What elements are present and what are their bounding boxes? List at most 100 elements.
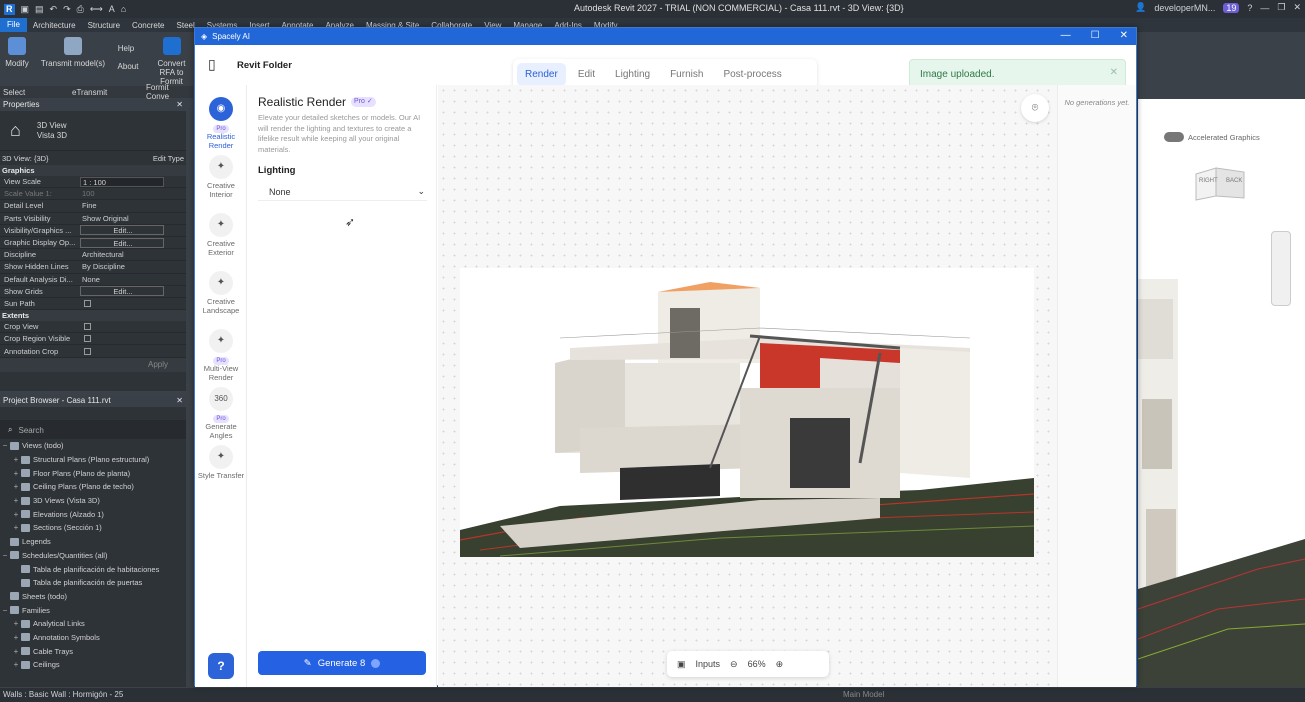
zoom-out-icon[interactable]: ⊖: [730, 659, 738, 670]
tool-style[interactable]: ✦ Style Transfer: [195, 445, 247, 481]
measure-icon[interactable]: ⟷: [90, 4, 103, 15]
tab-edit[interactable]: Edit: [570, 63, 603, 86]
expand-icon[interactable]: −: [0, 551, 10, 560]
ribbon-tab[interactable]: Structure: [82, 21, 126, 30]
browser-item[interactable]: + Annotation Symbols: [0, 631, 186, 645]
restore-icon[interactable]: ❐: [1277, 2, 1285, 13]
save-icon[interactable]: ▤: [35, 4, 44, 15]
browser-item[interactable]: − Families: [0, 603, 186, 617]
about-button[interactable]: About: [112, 62, 144, 71]
view-selector[interactable]: 3D View: {3D}: [2, 154, 49, 163]
viewcube-right[interactable]: RIGHT: [1199, 178, 1218, 184]
expand-icon[interactable]: +: [11, 469, 21, 478]
browser-item[interactable]: + Floor Plans (Plano de planta): [0, 466, 186, 480]
inputs-button[interactable]: Inputs: [696, 659, 721, 669]
tool-interior[interactable]: ✦ Creative Interior: [195, 155, 247, 199]
tab-postprocess[interactable]: Post-process: [715, 63, 789, 86]
extent-checkbox[interactable]: [84, 347, 91, 355]
home-icon[interactable]: ⌂: [121, 4, 126, 15]
browser-item[interactable]: − Schedules/Quantities (all): [0, 549, 186, 563]
expand-icon[interactable]: −: [0, 441, 10, 450]
browser-item[interactable]: + Cable Trays: [0, 644, 186, 658]
print-icon[interactable]: ⎙: [77, 4, 84, 15]
expand-icon[interactable]: +: [11, 496, 21, 505]
model-selector[interactable]: Main Model: [843, 690, 884, 699]
browser-item[interactable]: + Sections (Sección 1): [0, 521, 186, 535]
tab-lighting[interactable]: Lighting: [607, 63, 658, 86]
expand-icon[interactable]: +: [11, 482, 21, 491]
zoom-in-icon[interactable]: ⊕: [776, 659, 784, 670]
browser-item[interactable]: Tabla de planificación de habitaciones: [0, 562, 186, 576]
tool-render[interactable]: ◉ Pro Realistic Render: [195, 97, 247, 150]
browser-item[interactable]: Sheets (todo): [0, 590, 186, 604]
expand-icon[interactable]: +: [11, 633, 21, 642]
help-icon[interactable]: ?: [1247, 3, 1252, 13]
tab-furnish[interactable]: Furnish: [662, 63, 711, 86]
undo-icon[interactable]: ↶: [50, 4, 58, 15]
folder-name[interactable]: Revit Folder: [237, 60, 292, 71]
edit-type-button[interactable]: Edit Type: [153, 154, 184, 163]
expand-icon[interactable]: +: [11, 523, 21, 532]
tool-landscape[interactable]: ✦ Creative Landscape: [195, 271, 247, 315]
convert-button[interactable]: Convert RFA to Formit: [150, 37, 193, 86]
browser-item[interactable]: + Structural Plans (Plano estructural): [0, 453, 186, 467]
notification-badge[interactable]: 19: [1223, 2, 1240, 13]
minimize-icon[interactable]: —: [1260, 3, 1269, 13]
help-button[interactable]: Help: [112, 44, 140, 53]
transmit-button[interactable]: Transmit model(s): [38, 37, 108, 68]
modify-button[interactable]: Modify: [2, 37, 32, 68]
apply-button[interactable]: Apply: [148, 360, 168, 369]
browser-item[interactable]: + Ceiling Plans (Plano de techo): [0, 480, 186, 494]
browser-toolbar[interactable]: [0, 407, 186, 421]
quick-access-toolbar[interactable]: R ▣ ▤ ↶ ↷ ⎙ ⟷ A ⌂: [0, 3, 126, 15]
close-toast-icon[interactable]: ✕: [1110, 67, 1118, 78]
folder-icon[interactable]: ▯: [208, 56, 216, 73]
extents-section[interactable]: Extents: [0, 310, 186, 322]
browser-item[interactable]: + Ceilings: [0, 658, 186, 672]
browser-item[interactable]: Legends: [0, 535, 186, 549]
tool-angles[interactable]: 360 Pro Generate Angles: [195, 387, 247, 440]
ribbon-tab[interactable]: File: [0, 18, 27, 32]
viewcube-back[interactable]: BACK: [1226, 178, 1242, 184]
browser-item[interactable]: − Views (todo): [0, 439, 186, 453]
close-icon[interactable]: ✕: [1120, 30, 1128, 41]
close-icon[interactable]: ✕: [176, 396, 183, 406]
user-name[interactable]: developerMN...: [1154, 3, 1215, 13]
browser-search[interactable]: ⌕ Search: [0, 421, 186, 439]
property-checkbox[interactable]: [84, 299, 91, 307]
expand-icon[interactable]: −: [0, 606, 10, 615]
open-icon[interactable]: ▣: [21, 4, 30, 15]
tool-multiview[interactable]: ✦ Pro Multi-View Render: [195, 329, 247, 382]
select-dropdown[interactable]: Select: [3, 88, 25, 97]
property-value[interactable]: Edit...: [80, 225, 164, 236]
minimize-icon[interactable]: —: [1061, 30, 1071, 41]
view-cube[interactable]: RIGHT BACK: [1186, 162, 1250, 204]
browser-item[interactable]: +3D Views (Vista 3D): [0, 494, 186, 508]
maximize-icon[interactable]: ☐: [1091, 30, 1100, 41]
property-value[interactable]: 1 : 100: [80, 176, 164, 187]
lighting-select[interactable]: None ⌄: [258, 183, 427, 201]
text-icon[interactable]: A: [109, 4, 115, 15]
redo-icon[interactable]: ↷: [63, 4, 71, 15]
user-icon[interactable]: 👤: [1135, 2, 1146, 13]
close-icon[interactable]: ✕: [1293, 2, 1301, 13]
revit-3d-viewport[interactable]: Accelerated Graphics RIGHT BACK: [1138, 99, 1305, 687]
tool-exterior[interactable]: ✦ Creative Exterior: [195, 213, 247, 257]
graphics-section[interactable]: Graphics: [0, 165, 186, 176]
tab-render[interactable]: Render: [517, 63, 566, 86]
browser-item[interactable]: Tabla de planificación de puertas: [0, 576, 186, 590]
expand-icon[interactable]: +: [11, 510, 21, 519]
ribbon-tab[interactable]: Architecture: [27, 21, 82, 30]
extent-checkbox[interactable]: [84, 335, 91, 343]
help-button[interactable]: ?: [208, 653, 234, 679]
browser-item[interactable]: + Analytical Links: [0, 617, 186, 631]
render-canvas[interactable]: ▣ Inputs ⊖ 66% ⊕: [438, 85, 1057, 687]
accelerated-graphics-toggle[interactable]: Accelerated Graphics: [1164, 132, 1260, 142]
camera-icon[interactable]: ⌾: [1021, 94, 1049, 122]
extent-checkbox[interactable]: [84, 323, 91, 331]
close-icon[interactable]: ✕: [176, 100, 183, 110]
expand-icon[interactable]: +: [11, 455, 21, 464]
expand-icon[interactable]: +: [11, 660, 21, 669]
property-value[interactable]: Edit...: [80, 237, 164, 248]
type-selector[interactable]: ⌂ 3D View Vista 3D: [0, 111, 186, 151]
